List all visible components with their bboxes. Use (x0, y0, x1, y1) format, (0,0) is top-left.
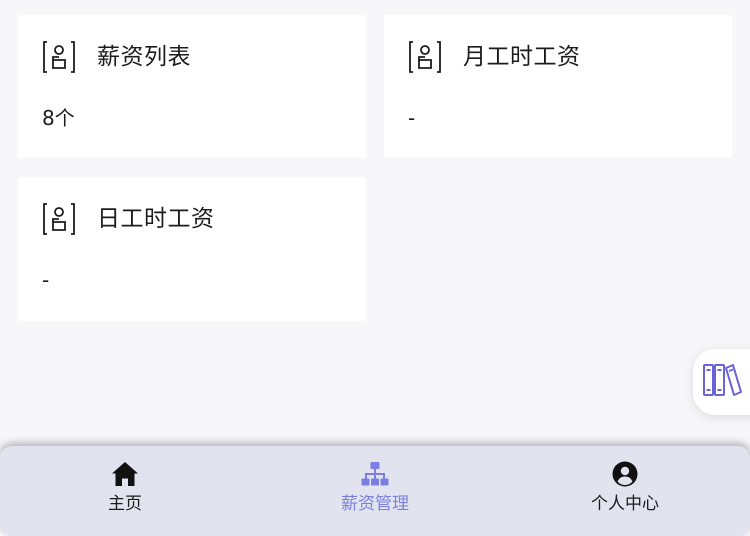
page: 薪资列表 8个 月工时工资 - 日工时工资 - 主页 薪资管理 个人中心 (0, 0, 750, 536)
card-title: 月工时工资 (463, 43, 581, 70)
tab-label: 主页 (108, 494, 142, 514)
person-id-icon (408, 40, 442, 74)
card-title: 薪资列表 (97, 43, 191, 70)
bottom-tab-bar: 主页 薪资管理 个人中心 (0, 446, 750, 536)
home-icon (110, 459, 140, 489)
user-circle-icon (610, 459, 640, 489)
tab-profile[interactable]: 个人中心 (500, 446, 750, 536)
card-title: 日工时工资 (97, 205, 215, 232)
salary-list-card[interactable]: 薪资列表 8个 (18, 15, 366, 158)
card-header: 月工时工资 (408, 39, 581, 75)
card-value: - (42, 268, 50, 292)
tab-salary-management[interactable]: 薪资管理 (250, 446, 500, 536)
card-value: - (408, 106, 416, 130)
card-header: 薪资列表 (42, 39, 191, 75)
card-value: 8个 (42, 106, 75, 130)
person-id-icon (42, 202, 76, 236)
daily-hour-salary-card[interactable]: 日工时工资 - (18, 177, 366, 321)
tab-label: 个人中心 (591, 494, 659, 514)
tab-home[interactable]: 主页 (0, 446, 250, 536)
floating-books-button[interactable] (693, 349, 750, 415)
sitemap-icon (360, 459, 390, 489)
monthly-hour-salary-card[interactable]: 月工时工资 - (384, 15, 732, 158)
tab-label: 薪资管理 (341, 494, 409, 514)
person-id-icon (42, 40, 76, 74)
card-header: 日工时工资 (42, 201, 215, 237)
books-icon (702, 361, 742, 403)
